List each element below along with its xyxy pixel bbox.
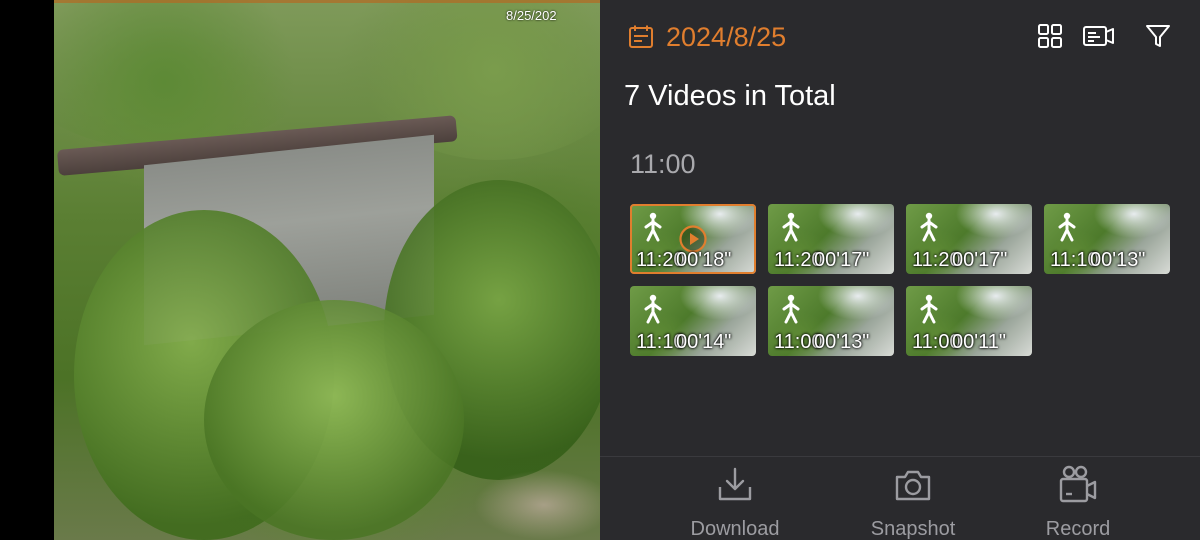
foliage bbox=[204, 300, 464, 540]
filter-icon[interactable] bbox=[1144, 22, 1172, 50]
clip-duration: 00'11" bbox=[952, 331, 1006, 353]
download-button[interactable]: Download bbox=[675, 465, 795, 540]
clip-thumbnail[interactable]: 11:10 00'14" bbox=[630, 286, 756, 356]
letterbox-bar bbox=[0, 0, 54, 540]
osd-timestamp: 8/25/202 bbox=[506, 8, 557, 23]
clip-duration: 00'13" bbox=[814, 331, 870, 353]
snapshot-label: Snapshot bbox=[870, 518, 956, 540]
clip-label: 11:20 00'18" bbox=[636, 248, 731, 272]
app-root: 8/25/202 2024/8/25 7 Videos in Total 11:… bbox=[0, 0, 1200, 540]
playback-panel: 2024/8/25 7 Videos in Total 11:00 11:20 0… bbox=[600, 0, 1200, 540]
person-motion-icon bbox=[1058, 212, 1076, 242]
snapshot-button[interactable]: Snapshot bbox=[853, 465, 973, 540]
video-count: 7 Videos in Total bbox=[624, 80, 836, 112]
video-pane[interactable]: 8/25/202 bbox=[0, 0, 600, 540]
clip-duration: 00'14" bbox=[676, 331, 732, 353]
clip-thumbnail[interactable]: 11:10 00'13" bbox=[1044, 204, 1170, 274]
clip-label: 11:20 00'17" bbox=[774, 248, 869, 272]
ground bbox=[474, 470, 600, 540]
camera-device-icon[interactable] bbox=[1082, 22, 1116, 50]
grid-view-icon[interactable] bbox=[1036, 22, 1064, 50]
clip-thumbnail[interactable]: 11:20 00'17" bbox=[906, 204, 1032, 274]
clip-label: 11:20 00'17" bbox=[912, 248, 1007, 272]
foliage bbox=[54, 0, 314, 150]
clip-duration: 00'17" bbox=[814, 249, 870, 271]
clip-label: 11:00 00'11" bbox=[912, 330, 1006, 354]
clip-duration: 00'13" bbox=[1090, 249, 1146, 271]
clip-thumbnail[interactable]: 11:20 00'18" bbox=[630, 204, 756, 274]
video-frame[interactable] bbox=[54, 0, 600, 540]
person-motion-icon bbox=[782, 294, 800, 324]
record-label: Record bbox=[1045, 518, 1111, 540]
clip-thumbnail[interactable]: 11:00 00'11" bbox=[906, 286, 1032, 356]
person-motion-icon bbox=[920, 294, 938, 324]
camera-icon bbox=[895, 470, 931, 501]
person-motion-icon bbox=[644, 294, 662, 324]
hour-group-label: 11:00 bbox=[630, 149, 696, 179]
person-motion-icon bbox=[782, 212, 800, 242]
video-camera-icon bbox=[1059, 465, 1097, 503]
panel-header: 2024/8/25 bbox=[600, 0, 1200, 70]
calendar-icon bbox=[629, 25, 653, 48]
person-motion-icon bbox=[644, 212, 662, 242]
clip-label: 11:00 00'13" bbox=[774, 330, 869, 354]
clip-duration: 00'17" bbox=[952, 249, 1008, 271]
progress-strip bbox=[54, 0, 600, 3]
clip-thumbnail[interactable]: 11:20 00'17" bbox=[768, 204, 894, 274]
record-button[interactable]: Record bbox=[1018, 465, 1138, 540]
selected-date[interactable]: 2024/8/25 bbox=[666, 20, 786, 54]
clip-duration: 00'18" bbox=[676, 249, 732, 271]
clip-thumbnail[interactable]: 11:00 00'13" bbox=[768, 286, 894, 356]
person-motion-icon bbox=[920, 212, 938, 242]
clip-label: 11:10 00'14" bbox=[636, 330, 731, 354]
download-label: Download bbox=[690, 518, 780, 540]
date-selector[interactable]: 2024/8/25 bbox=[628, 20, 786, 54]
download-icon bbox=[718, 467, 752, 501]
action-bar: Download Snapshot Record bbox=[600, 456, 1200, 540]
clip-label: 11:10 00'13" bbox=[1050, 248, 1145, 272]
